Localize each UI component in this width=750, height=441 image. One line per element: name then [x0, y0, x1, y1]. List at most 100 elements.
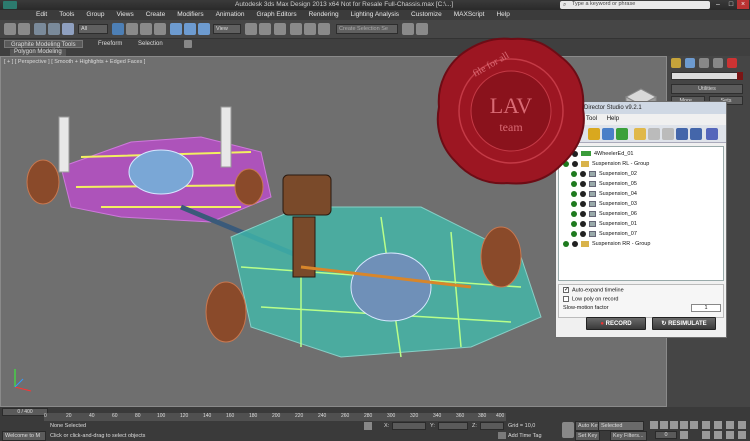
tab-freeform[interactable]: Freeform: [92, 40, 128, 48]
app-logo-icon[interactable]: [3, 1, 17, 9]
unlink-icon[interactable]: [662, 128, 674, 140]
gear-icon[interactable]: [602, 128, 614, 140]
unlink-icon[interactable]: [48, 23, 60, 35]
search-input[interactable]: ⌕ Type a keyword or phrase: [560, 1, 710, 9]
dialog-menu-help[interactable]: Help: [607, 116, 619, 122]
minimize-button[interactable]: –: [712, 0, 724, 9]
named-selection-set-input[interactable]: Create Selection Se: [336, 24, 398, 34]
snaps-toggle-icon[interactable]: [290, 23, 302, 35]
previous-frame-icon[interactable]: [660, 421, 668, 429]
hide-icon[interactable]: [572, 240, 578, 247]
hide-icon[interactable]: [580, 220, 586, 227]
open-folder-icon[interactable]: [634, 128, 646, 140]
menu-maxscript[interactable]: MAXScript: [448, 10, 491, 19]
lock-selection-icon[interactable]: [364, 422, 372, 430]
hide-icon[interactable]: [580, 230, 586, 237]
zoom-icon[interactable]: [702, 421, 710, 429]
z-coordinate-field[interactable]: [480, 422, 504, 430]
scale-icon[interactable]: [198, 23, 210, 35]
menu-graph-editors[interactable]: Graph Editors: [251, 10, 303, 19]
record-button[interactable]: ● RECORD: [586, 317, 646, 330]
pivot-center-icon[interactable]: [245, 23, 257, 35]
hierarchy-tab-icon[interactable]: [699, 58, 709, 68]
low-poly-checkbox[interactable]: Low poly on record: [563, 296, 618, 302]
tree-row[interactable]: Suspension RR - Group: [563, 239, 650, 249]
link-icon[interactable]: [34, 23, 46, 35]
reference-coordinate-dropdown[interactable]: View: [213, 24, 241, 34]
hide-icon[interactable]: [580, 200, 586, 207]
rectangle-select-icon[interactable]: [140, 23, 152, 35]
tree-row[interactable]: Suspension_03: [571, 199, 637, 209]
visibility-icon[interactable]: [571, 200, 577, 207]
go-to-start-icon[interactable]: [650, 421, 658, 429]
maxscript-listener[interactable]: Welcome to M: [2, 431, 46, 441]
polygon-modeling-panel[interactable]: Polygon Modeling: [10, 49, 66, 56]
utilities-tab-icon[interactable]: [727, 58, 737, 68]
object-color-swatch[interactable]: [737, 72, 743, 80]
tree-row[interactable]: Suspension_04: [571, 189, 637, 199]
checkbox-unchecked[interactable]: [563, 296, 569, 302]
keyboard-shortcut-icon[interactable]: [274, 23, 286, 35]
visibility-icon[interactable]: [571, 220, 577, 227]
time-configuration-icon[interactable]: [680, 431, 688, 439]
hide-icon[interactable]: [580, 190, 586, 197]
move-icon[interactable]: [170, 23, 182, 35]
zoom-extents-all-icon[interactable]: [738, 421, 746, 429]
next-frame-icon[interactable]: [680, 421, 688, 429]
motion-tab-icon[interactable]: [713, 58, 723, 68]
close-button[interactable]: ×: [737, 0, 749, 9]
rotate-icon[interactable]: [184, 23, 196, 35]
create-tab-icon[interactable]: [671, 58, 681, 68]
go-to-end-icon[interactable]: [690, 421, 698, 429]
selection-filter-dropdown[interactable]: All: [78, 24, 108, 34]
folder-icon[interactable]: [588, 128, 600, 140]
settings-icon[interactable]: [706, 128, 718, 140]
key-mode-icon[interactable]: [562, 422, 574, 438]
menu-lighting-analysis[interactable]: Lighting Analysis: [345, 10, 405, 19]
window-crossing-icon[interactable]: [154, 23, 166, 35]
bind-space-warp-icon[interactable]: [62, 23, 74, 35]
checkbox-checked[interactable]: ✓: [563, 287, 569, 293]
tree-row[interactable]: Suspension_01: [571, 219, 637, 229]
tree-row[interactable]: Suspension_07: [571, 229, 637, 239]
menu-edit[interactable]: Edit: [30, 10, 53, 19]
add-icon[interactable]: [616, 128, 628, 140]
slow-motion-spinner[interactable]: 1: [691, 304, 721, 312]
menu-tools[interactable]: Tools: [53, 10, 80, 19]
select-manipulate-icon[interactable]: [259, 23, 271, 35]
menu-rendering[interactable]: Rendering: [303, 10, 345, 19]
menu-help[interactable]: Help: [490, 10, 515, 19]
utilities-rollout[interactable]: Utilities: [671, 84, 743, 94]
dialog-menu-tool[interactable]: Tool: [586, 116, 597, 122]
time-slider[interactable]: 0 / 400: [2, 408, 48, 416]
object-name-field[interactable]: [671, 72, 743, 80]
angle-snap-icon[interactable]: [304, 23, 316, 35]
key-set-dropdown[interactable]: Selected: [598, 421, 644, 431]
menu-group[interactable]: Group: [80, 10, 110, 19]
menu-views[interactable]: Views: [110, 10, 139, 19]
select-object-icon[interactable]: [112, 23, 124, 35]
menu-animation[interactable]: Animation: [210, 10, 251, 19]
redo-icon[interactable]: [18, 23, 30, 35]
auto-expand-checkbox[interactable]: ✓ Auto-expand timeline: [563, 287, 624, 293]
pan-icon[interactable]: [714, 431, 722, 439]
key-filters-button[interactable]: Key Filters...: [610, 431, 647, 441]
y-coordinate-field[interactable]: [438, 422, 468, 430]
orbit-icon[interactable]: [726, 431, 734, 439]
current-frame-field[interactable]: 0: [655, 431, 677, 439]
track-bar[interactable]: 0 20 40 60 80 100 120 140 160 180 200 22…: [44, 413, 506, 421]
modify-tab-icon[interactable]: [685, 58, 695, 68]
time-tag-icon[interactable]: [498, 432, 506, 439]
maximize-viewport-icon[interactable]: [738, 431, 746, 439]
undo-icon[interactable]: [4, 23, 16, 35]
align-icon[interactable]: [416, 23, 428, 35]
select-by-name-icon[interactable]: [126, 23, 138, 35]
add-time-tag[interactable]: Add Time Tag: [508, 433, 542, 439]
maximize-button[interactable]: □: [725, 0, 737, 9]
play-icon[interactable]: [670, 421, 678, 429]
visibility-icon[interactable]: [571, 190, 577, 197]
tab-selection[interactable]: Selection: [132, 40, 169, 48]
set-key-button[interactable]: Set Key: [575, 431, 601, 441]
menu-customize[interactable]: Customize: [405, 10, 448, 19]
zoom-all-icon[interactable]: [714, 421, 722, 429]
